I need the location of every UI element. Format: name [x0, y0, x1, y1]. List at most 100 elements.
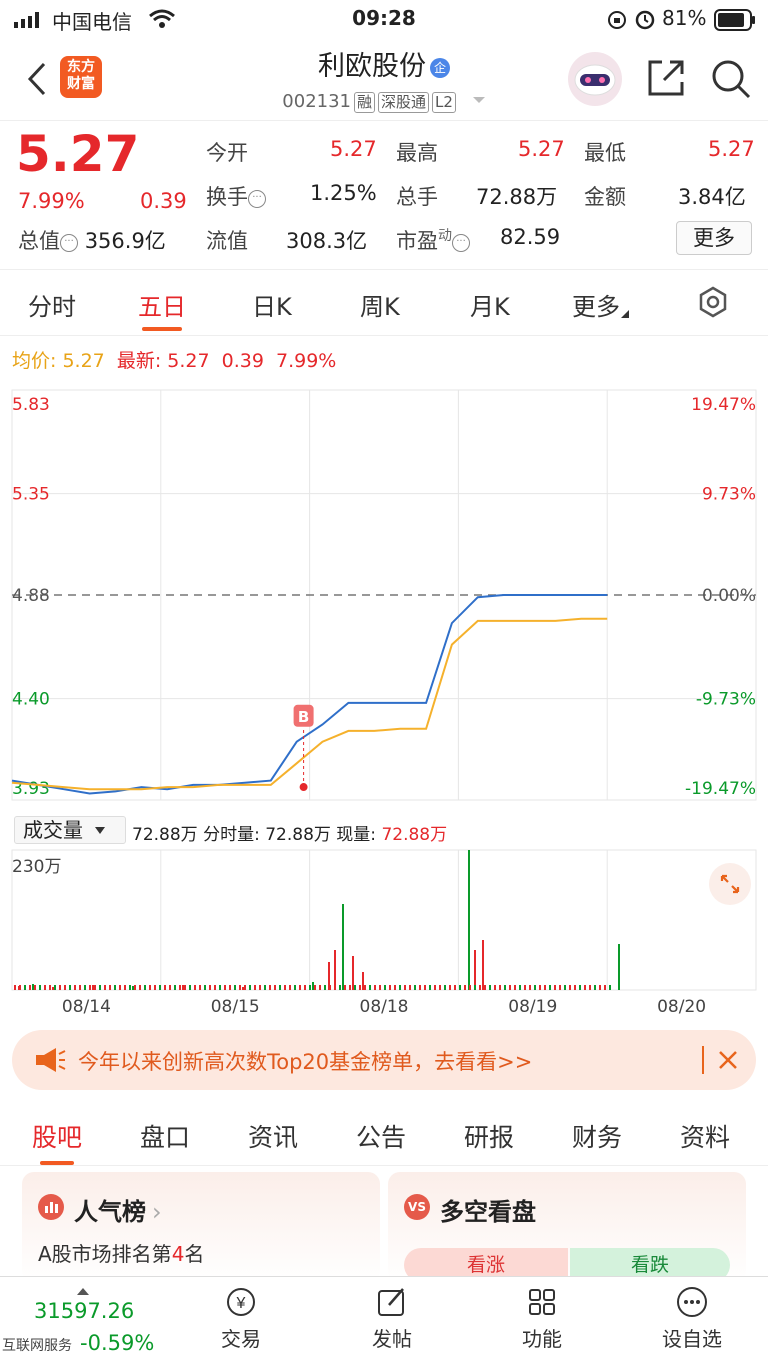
robot-assistant-icon[interactable]	[566, 50, 624, 112]
five-day-chart[interactable]: 5.83 19.47% 5.35 9.73% 4.88 0.00% 4.40 -9.73% 3.…	[0, 380, 768, 1020]
info-icon[interactable]: ···	[248, 190, 266, 208]
volume-bar	[304, 985, 306, 990]
x-tick-label: 08/18	[360, 997, 409, 1017]
tab-intraday[interactable]: 分时	[28, 287, 76, 322]
volume-bar	[324, 985, 326, 990]
banner-text[interactable]: 今年以来创新高次数Top20基金榜单，去看看>>	[78, 1046, 532, 1076]
versus-icon: VS	[404, 1194, 430, 1220]
trade-icon: ¥	[227, 1288, 255, 1316]
high-label: 最高	[396, 141, 438, 165]
tab-more[interactable]: 更多	[572, 287, 630, 322]
tab-monthly-k[interactable]: 月K	[470, 287, 510, 322]
search-icon[interactable]	[710, 58, 752, 104]
popularity-title: 人气榜 ›	[74, 1198, 162, 1226]
volume-bar	[284, 985, 286, 990]
tag-level2: L2	[432, 92, 456, 113]
volume-bar	[468, 850, 470, 990]
edit-icon	[378, 1288, 404, 1316]
high-value: 5.27	[518, 137, 565, 161]
volume-bar	[299, 985, 301, 990]
nav-trade[interactable]: ¥ 交易	[191, 1285, 291, 1352]
volume-bar	[389, 985, 391, 990]
turnover: 换手 ···	[206, 181, 266, 211]
volume-bar	[234, 985, 236, 990]
nav-post[interactable]: 发帖	[342, 1285, 442, 1352]
volume-bar	[618, 944, 620, 990]
battery-percent: 81%	[662, 6, 707, 30]
more-button[interactable]: 更多	[676, 221, 752, 255]
volume-bar	[559, 985, 561, 990]
turnover-value: 1.25%	[310, 181, 377, 205]
volume-bar	[114, 985, 116, 990]
volume-bar	[394, 985, 396, 990]
volume-bar	[609, 985, 611, 990]
tab-research[interactable]: 研报	[464, 1118, 514, 1154]
popularity-rank: A股市场排名第4名	[38, 1242, 205, 1266]
volume-bar	[179, 985, 181, 990]
amount-value: 3.84亿	[678, 185, 746, 209]
volume-bar	[194, 985, 196, 990]
period-tabs: 分时 五日 日K 周K 月K 更多	[0, 270, 768, 336]
last-price: 5.27	[16, 125, 140, 183]
settings-icon[interactable]	[697, 286, 729, 322]
volume-bar	[19, 985, 21, 990]
latest-price: 5.27	[167, 350, 210, 372]
volume-bar	[474, 985, 476, 990]
bull-bear-card[interactable]: VS 多空看盘 看涨 看跌	[388, 1172, 746, 1282]
volume-bar	[509, 985, 511, 990]
volume-bar	[454, 985, 456, 990]
quote-panel: 5.27 7.99% 0.39 总值 ··· 356.9亿 今开 5.27 最高 …	[0, 120, 768, 270]
alarm-icon	[634, 8, 656, 34]
latest-change: 0.39	[221, 350, 264, 372]
float-cap-label: 流值	[206, 229, 248, 253]
volume-bar	[39, 985, 41, 990]
volume-bar	[219, 985, 221, 990]
volume-bar	[534, 985, 536, 990]
tab-financials[interactable]: 财务	[572, 1118, 622, 1154]
volume-bar	[184, 985, 186, 990]
volume-bar	[164, 985, 166, 990]
volume-bar	[204, 985, 206, 990]
share-icon[interactable]	[646, 58, 686, 102]
volume-info: 72.88万 分时量: 72.88万 现量: 72.88万	[132, 825, 448, 845]
tab-profile[interactable]: 资料	[680, 1118, 730, 1154]
low-label: 最低	[584, 141, 626, 165]
megaphone-icon	[34, 1046, 66, 1078]
volume-bar	[309, 985, 311, 990]
open-value: 5.27	[330, 137, 377, 161]
info-icon[interactable]: ···	[60, 234, 78, 252]
volume-bar	[459, 985, 461, 990]
index-value[interactable]: 31597.26	[34, 1299, 134, 1323]
index-arrow-icon	[76, 1281, 90, 1300]
tab-daily-k[interactable]: 日K	[252, 287, 292, 322]
info-icon[interactable]: ···	[452, 234, 470, 252]
volume-selector[interactable]: 成交量	[14, 816, 126, 844]
volume-bar	[589, 985, 591, 990]
fullscreen-icon[interactable]	[708, 862, 752, 910]
tab-five-day[interactable]: 五日	[138, 287, 186, 331]
lock-rotation-icon	[606, 9, 628, 35]
dropdown-icon[interactable]	[472, 89, 486, 110]
popularity-card[interactable]: 人气榜 › A股市场排名第4名	[22, 1172, 380, 1282]
volume-bar	[344, 985, 346, 990]
volume-bar	[169, 985, 171, 990]
volume-bar	[364, 985, 366, 990]
volume-bar	[244, 985, 246, 990]
close-icon[interactable]	[718, 1050, 738, 1074]
y-tick-right: -9.73%	[696, 690, 756, 710]
volume-bar	[254, 985, 256, 990]
promo-banner[interactable]: 今年以来创新高次数Top20基金榜单，去看看>>	[12, 1030, 756, 1090]
volume-bar	[334, 985, 336, 990]
tab-forum[interactable]: 股吧	[32, 1118, 82, 1165]
volume-bar	[519, 985, 521, 990]
tab-order-book[interactable]: 盘口	[140, 1118, 190, 1154]
tab-announcements[interactable]: 公告	[356, 1118, 406, 1154]
nav-functions[interactable]: 功能	[492, 1285, 592, 1352]
tab-news[interactable]: 资讯	[248, 1118, 298, 1154]
volume-bar	[352, 956, 354, 990]
chart-canvas[interactable]: 5.83 19.47%5.35 9.73%4.88 0.00%4.40 -9.73%3.…	[0, 380, 768, 1020]
volume-bar	[69, 985, 71, 990]
nav-add-watchlist[interactable]: 设自选	[642, 1285, 742, 1352]
tab-weekly-k[interactable]: 周K	[360, 287, 400, 322]
volume-bar	[74, 985, 76, 990]
